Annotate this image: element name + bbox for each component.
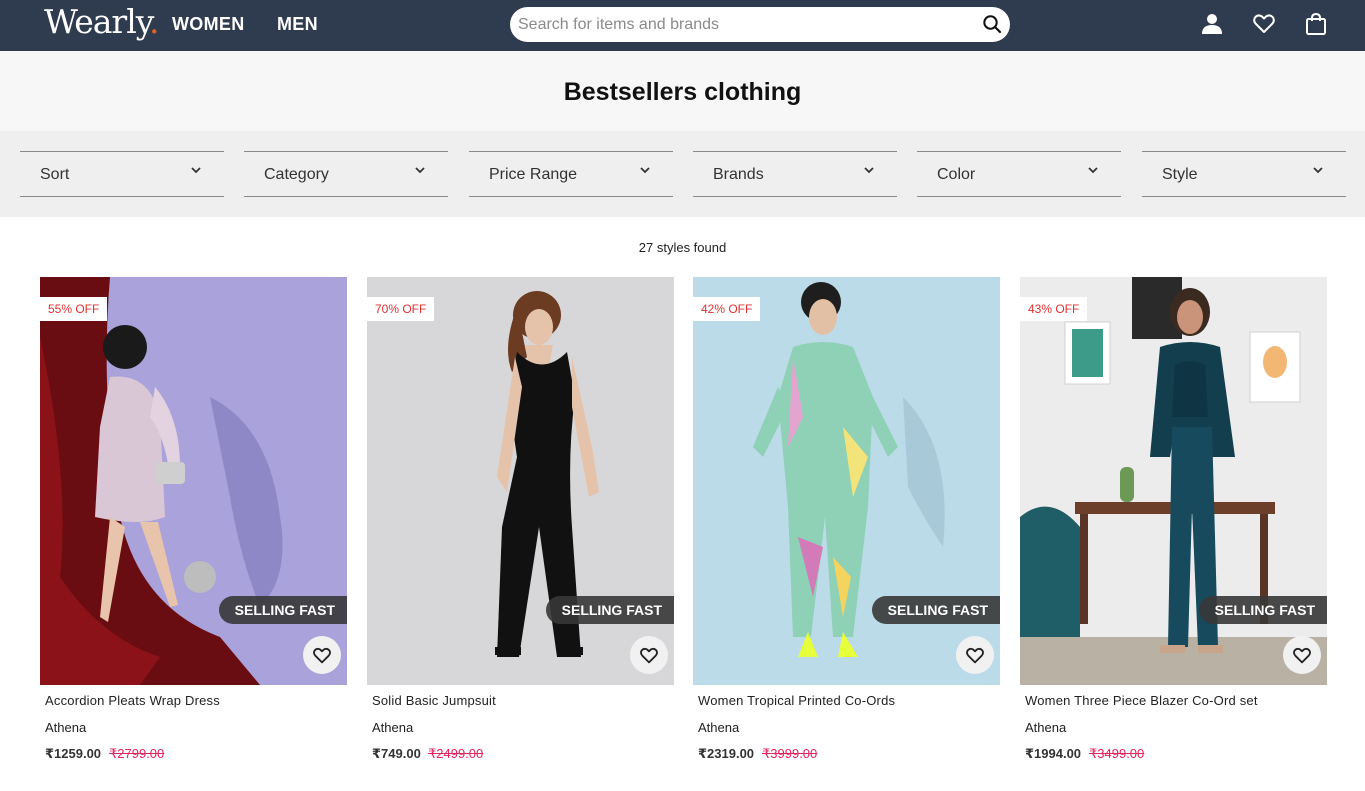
product-name[interactable]: Women Tropical Printed Co-Ords xyxy=(698,693,895,708)
heart-icon xyxy=(313,647,331,664)
heart-icon xyxy=(1293,647,1311,664)
discount-badge: 55% OFF xyxy=(40,297,108,321)
selling-fast-tag: SELLING FAST xyxy=(1198,596,1327,624)
product-brand: Athena xyxy=(1025,720,1067,735)
heart-icon xyxy=(640,647,658,664)
filter-label: Style xyxy=(1162,166,1198,183)
product-card[interactable]: 55% OFF SELLING FAST Accordion Pleats Wr… xyxy=(40,277,347,777)
product-brand: Athena xyxy=(372,720,414,735)
product-price: ₹2319.00 xyxy=(698,746,755,761)
title-band: Bestsellers clothing xyxy=(0,51,1365,131)
product-price: ₹749.00 xyxy=(372,746,421,761)
wishlist-button[interactable] xyxy=(630,636,668,674)
wishlist-button[interactable] xyxy=(303,636,341,674)
page-title: Bestsellers clothing xyxy=(563,78,802,106)
product-card[interactable]: 42% OFF SELLING FAST Women Tropical Prin… xyxy=(693,277,1000,777)
product-mrp: ₹3999.00 xyxy=(762,746,818,761)
product-card[interactable]: 70% OFF SELLING FAST Solid Basic Jumpsui… xyxy=(367,277,674,777)
product-name[interactable]: Women Three Piece Blazer Co-Ord set xyxy=(1025,693,1258,708)
product-mrp: ₹2499.00 xyxy=(428,746,484,761)
chevron-down-icon xyxy=(415,167,425,174)
nav-men[interactable]: MEN xyxy=(277,14,318,35)
product-price: ₹1994.00 xyxy=(1025,746,1082,761)
discount-badge: 42% OFF xyxy=(693,297,761,321)
nav-women[interactable]: WOMEN xyxy=(172,14,245,35)
selling-fast-tag: SELLING FAST xyxy=(545,596,674,624)
product-image[interactable]: 55% OFF SELLING FAST xyxy=(40,277,347,685)
heart-icon xyxy=(966,647,984,664)
product-name[interactable]: Solid Basic Jumpsuit xyxy=(372,693,496,708)
filter-label: Color xyxy=(937,166,976,183)
product-mrp: ₹3499.00 xyxy=(1089,746,1145,761)
heart-icon[interactable] xyxy=(1252,12,1276,36)
chevron-down-icon xyxy=(640,167,650,174)
bag-icon[interactable] xyxy=(1304,12,1328,36)
filter-label: Sort xyxy=(40,166,70,183)
product-image[interactable]: 43% OFF SELLING FAST xyxy=(1020,277,1327,685)
chevron-down-icon xyxy=(1088,167,1098,174)
filter-bar: Sort Category Price Range Brands Color S… xyxy=(0,131,1365,217)
discount-badge: 70% OFF xyxy=(367,297,435,321)
filter-color[interactable]: Color xyxy=(917,151,1121,197)
logo-text: Wearly xyxy=(44,2,150,41)
filter-label: Price Range xyxy=(489,166,578,183)
filter-label: Category xyxy=(264,166,329,183)
chevron-down-icon xyxy=(191,167,201,174)
filter-sort[interactable]: Sort xyxy=(20,151,224,197)
product-image[interactable]: 42% OFF SELLING FAST xyxy=(693,277,1000,685)
chevron-down-icon xyxy=(1313,167,1323,174)
product-mrp: ₹2799.00 xyxy=(109,746,165,761)
product-brand: Athena xyxy=(698,720,740,735)
top-navbar: Wearly. WOMEN MEN xyxy=(0,0,1365,51)
search-input[interactable] xyxy=(518,7,968,42)
search-icon[interactable] xyxy=(982,14,1002,34)
product-name[interactable]: Accordion Pleats Wrap Dress xyxy=(45,693,220,708)
chevron-down-icon xyxy=(864,167,874,174)
brand-logo[interactable]: Wearly. xyxy=(44,2,159,41)
selling-fast-tag: SELLING FAST xyxy=(871,596,1000,624)
wishlist-button[interactable] xyxy=(1283,636,1321,674)
logo-dot: . xyxy=(149,2,159,41)
filter-category[interactable]: Category xyxy=(244,151,448,197)
product-brand: Athena xyxy=(45,720,87,735)
wishlist-button[interactable] xyxy=(956,636,994,674)
user-icon[interactable] xyxy=(1200,12,1224,36)
search-bar xyxy=(510,7,1010,42)
filter-price-range[interactable]: Price Range xyxy=(469,151,673,197)
discount-badge: 43% OFF xyxy=(1020,297,1088,321)
product-price: ₹1259.00 xyxy=(45,746,102,761)
filter-label: Brands xyxy=(713,166,764,183)
product-image[interactable]: 70% OFF SELLING FAST xyxy=(367,277,674,685)
selling-fast-tag: SELLING FAST xyxy=(218,596,347,624)
results-count: 27 styles found xyxy=(638,240,727,255)
filter-brands[interactable]: Brands xyxy=(693,151,897,197)
product-card[interactable]: 43% OFF SELLING FAST Women Three Piece B… xyxy=(1020,277,1327,777)
filter-style[interactable]: Style xyxy=(1142,151,1346,197)
